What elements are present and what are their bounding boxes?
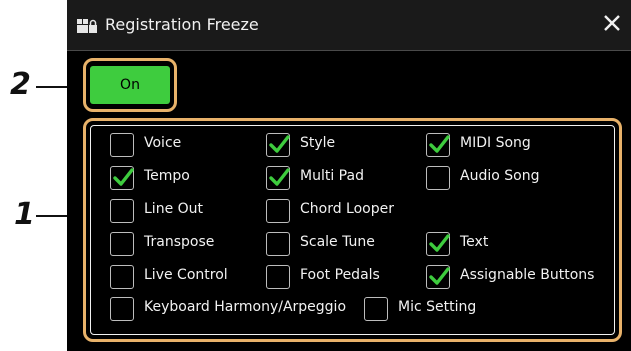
option-label: Mic Setting — [398, 299, 477, 315]
checkbox-keyboard-harmony-arpeggio[interactable] — [110, 297, 134, 321]
checkbox-mic-setting[interactable] — [364, 297, 388, 321]
option-label: Keyboard Harmony/Arpeggio — [144, 299, 347, 315]
callout-number-2: 2 — [10, 67, 31, 102]
option-label: Tempo — [144, 168, 190, 184]
checkbox-scale-tune[interactable] — [266, 232, 290, 256]
checkmark-icon — [429, 135, 450, 153]
checkmark-icon — [113, 168, 134, 186]
option-label: Live Control — [144, 267, 228, 283]
checkbox-line-out[interactable] — [110, 199, 134, 223]
checkmark-icon — [429, 267, 450, 285]
checkbox-style[interactable] — [266, 133, 290, 157]
option-label: Line Out — [144, 201, 204, 217]
checkbox-multi-pad[interactable] — [266, 166, 290, 190]
checkmark-icon — [269, 135, 290, 153]
option-label: Chord Looper — [300, 201, 395, 217]
registration-freeze-icon — [77, 18, 97, 34]
checkbox-assignable-buttons[interactable] — [426, 265, 450, 289]
checkbox-live-control[interactable] — [110, 265, 134, 289]
option-label: Voice — [144, 135, 182, 151]
checkbox-audio-song[interactable] — [426, 166, 450, 190]
screen: Registration Freeze On Voice Style MIDI So… — [67, 0, 631, 351]
option-label: Foot Pedals — [300, 267, 380, 283]
window-title: Registration Freeze — [105, 15, 259, 34]
on-button-label: On — [120, 77, 140, 93]
checkbox-foot-pedals[interactable] — [266, 265, 290, 289]
checkmark-icon — [269, 168, 290, 186]
option-label: Audio Song — [460, 168, 540, 184]
option-label: Multi Pad — [300, 168, 364, 184]
checkbox-transpose[interactable] — [110, 232, 134, 256]
on-button[interactable]: On — [90, 66, 170, 104]
checkbox-chord-looper[interactable] — [266, 199, 290, 223]
title-bar: Registration Freeze — [67, 0, 631, 50]
option-label: Assignable Buttons — [460, 267, 595, 283]
callout-number-1: 1 — [14, 197, 35, 232]
option-label: Text — [460, 234, 489, 250]
checkbox-voice[interactable] — [110, 133, 134, 157]
checkmark-icon — [429, 234, 450, 252]
option-label: Transpose — [144, 234, 215, 250]
option-label: MIDI Song — [460, 135, 531, 151]
checkbox-tempo[interactable] — [110, 166, 134, 190]
option-label: Style — [300, 135, 336, 151]
option-label: Scale Tune — [300, 234, 375, 250]
checkbox-text[interactable] — [426, 232, 450, 256]
close-icon[interactable] — [599, 10, 625, 36]
checkbox-midi-song[interactable] — [426, 133, 450, 157]
title-divider — [67, 50, 631, 51]
